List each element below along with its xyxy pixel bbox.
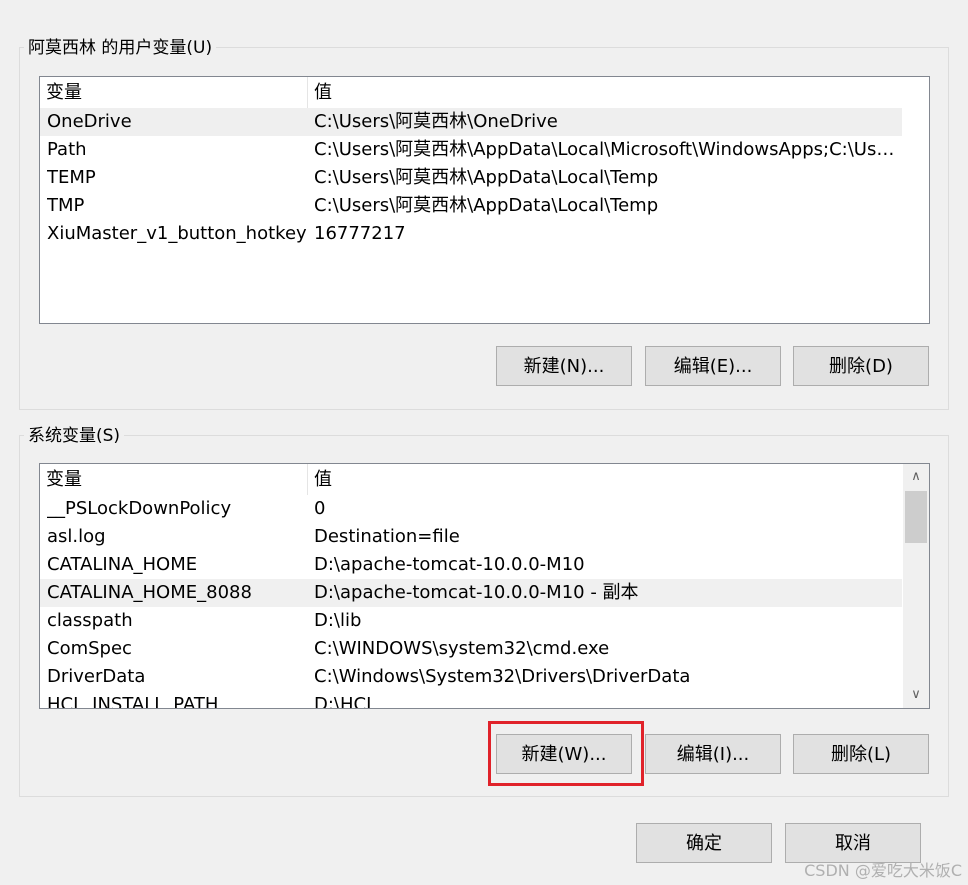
user-new-button[interactable]: 新建(N)... <box>496 346 632 386</box>
column-header-value[interactable]: 值 <box>308 77 904 108</box>
system-list-scrollbar[interactable]: ∧ ∨ <box>903 464 929 708</box>
row-value: C:\Users\阿莫西林\OneDrive <box>314 111 558 132</box>
row-value: D:\lib <box>314 610 362 631</box>
row-variable: asl.log <box>47 526 106 547</box>
column-header-variable[interactable]: 变量 <box>40 464 308 495</box>
row-value: C:\Users\阿莫西林\AppData\Local\Temp <box>314 167 659 188</box>
system-variables-list[interactable]: 变量 值 __PSLockDownPolicy 0 asl.log Destin… <box>39 463 930 709</box>
row-variable: Path <box>47 139 87 160</box>
table-row[interactable]: Path C:\Users\阿莫西林\AppData\Local\Microso… <box>40 136 929 164</box>
user-list-header: 变量 值 <box>40 77 929 108</box>
row-value: 16777217 <box>314 223 406 244</box>
row-variable: DriverData <box>47 666 146 687</box>
user-variables-label: 阿莫西林 的用户变量(U) <box>24 37 217 59</box>
table-row[interactable]: XiuMaster_v1_button_hotkey 16777217 <box>40 220 929 248</box>
row-variable: CATALINA_HOME_8088 <box>47 582 252 603</box>
row-variable: CATALINA_HOME <box>47 554 198 575</box>
table-row[interactable]: CATALINA_HOME_8088 D:\apache-tomcat-10.0… <box>40 579 902 607</box>
user-edit-button[interactable]: 编辑(E)... <box>645 346 781 386</box>
table-row[interactable]: TEMP C:\Users\阿莫西林\AppData\Local\Temp <box>40 164 929 192</box>
table-row[interactable]: OneDrive C:\Users\阿莫西林\OneDrive <box>40 108 902 136</box>
row-value: C:\WINDOWS\system32\cmd.exe <box>314 638 610 659</box>
user-delete-button[interactable]: 删除(D) <box>793 346 929 386</box>
scrollbar-thumb[interactable] <box>905 491 927 543</box>
table-row[interactable]: asl.log Destination=file <box>40 523 929 551</box>
column-header-variable[interactable]: 变量 <box>40 77 308 108</box>
table-row[interactable]: HCL_INSTALL_PATH D:\HCL <box>40 691 929 709</box>
system-list-header: 变量 值 <box>40 464 929 495</box>
row-variable: HCL_INSTALL_PATH <box>47 694 219 709</box>
table-row[interactable]: __PSLockDownPolicy 0 <box>40 495 929 523</box>
row-value: D:\apache-tomcat-10.0.0-M10 <box>314 554 585 575</box>
row-variable: ComSpec <box>47 638 132 659</box>
row-variable: TMP <box>47 195 85 216</box>
row-value: D:\HCL <box>314 694 377 709</box>
row-variable: XiuMaster_v1_button_hotkey <box>47 223 307 244</box>
system-delete-button[interactable]: 删除(L) <box>793 734 929 774</box>
system-variables-label: 系统变量(S) <box>24 425 125 447</box>
table-row[interactable]: classpath D:\lib <box>40 607 929 635</box>
user-variables-list[interactable]: 变量 值 OneDrive C:\Users\阿莫西林\OneDrive Pat… <box>39 76 930 324</box>
table-row[interactable]: DriverData C:\Windows\System32\Drivers\D… <box>40 663 929 691</box>
table-row[interactable]: TMP C:\Users\阿莫西林\AppData\Local\Temp <box>40 192 929 220</box>
table-row[interactable]: ComSpec C:\WINDOWS\system32\cmd.exe <box>40 635 929 663</box>
row-value: C:\Windows\System32\Drivers\DriverData <box>314 666 691 687</box>
scroll-down-arrow-icon[interactable]: ∨ <box>903 682 929 708</box>
row-value: Destination=file <box>314 526 460 547</box>
row-variable: TEMP <box>47 167 96 188</box>
row-variable: OneDrive <box>47 111 132 132</box>
system-edit-button[interactable]: 编辑(I)... <box>645 734 781 774</box>
row-value: 0 <box>314 498 326 519</box>
red-highlight-box <box>488 721 644 786</box>
column-header-value[interactable]: 值 <box>308 464 904 495</box>
row-value: C:\Users\阿莫西林\AppData\Local\Microsoft\Wi… <box>314 139 902 160</box>
row-variable: classpath <box>47 610 133 631</box>
ok-button[interactable]: 确定 <box>636 823 772 863</box>
watermark: CSDN @爱吃大米饭C <box>804 861 962 880</box>
table-row[interactable]: CATALINA_HOME D:\apache-tomcat-10.0.0-M1… <box>40 551 929 579</box>
scroll-up-arrow-icon[interactable]: ∧ <box>903 464 929 490</box>
row-value: D:\apache-tomcat-10.0.0-M10 - 副本 <box>314 582 639 603</box>
row-variable: __PSLockDownPolicy <box>47 498 232 519</box>
row-value: C:\Users\阿莫西林\AppData\Local\Temp <box>314 195 659 216</box>
